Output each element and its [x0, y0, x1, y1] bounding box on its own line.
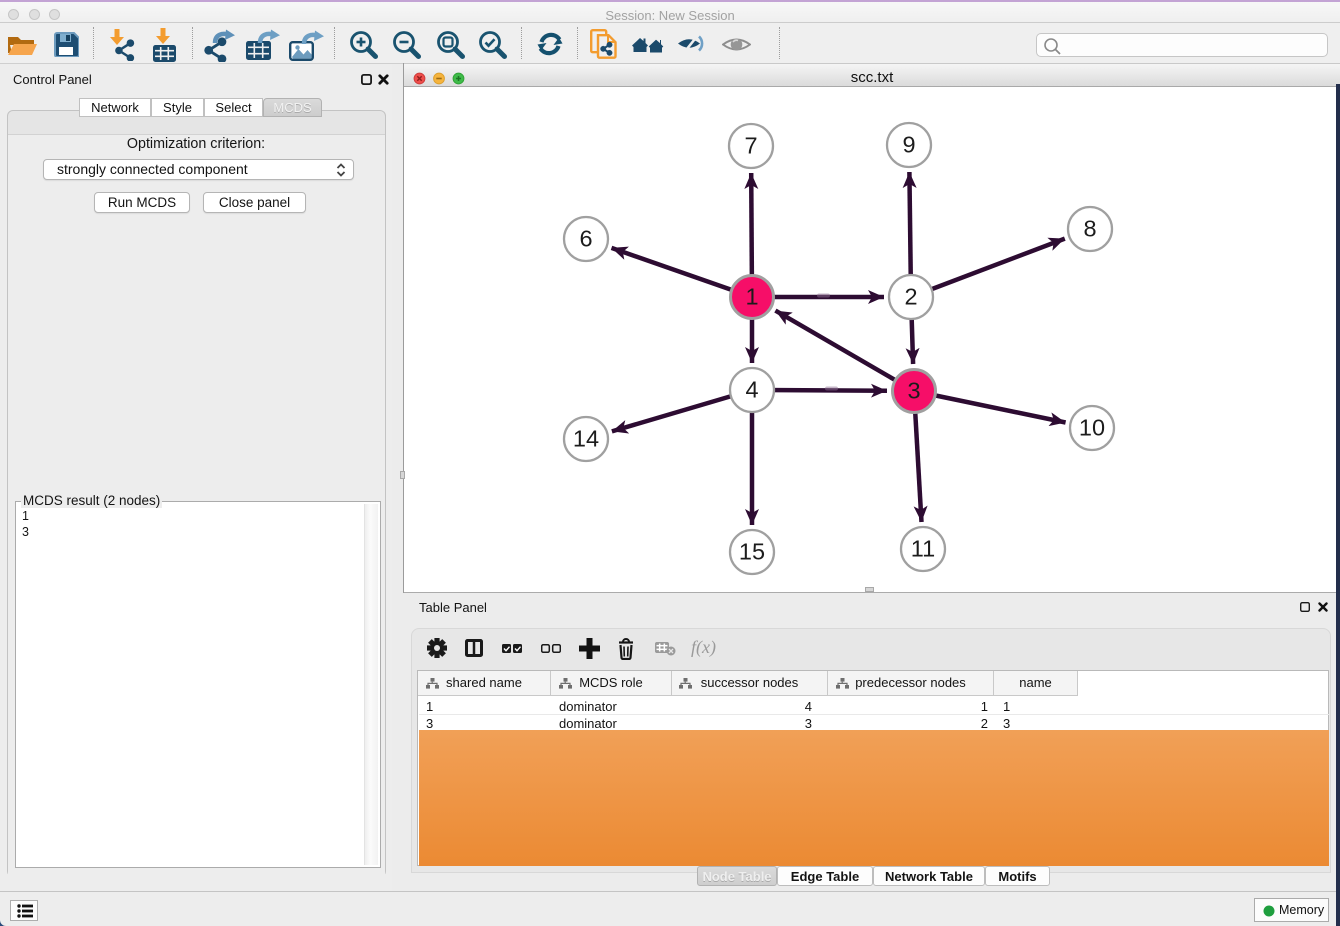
svg-text:9: 9: [902, 132, 915, 158]
svg-text:3: 3: [907, 378, 920, 404]
svg-text:14: 14: [573, 426, 599, 452]
svg-text:6: 6: [579, 226, 592, 252]
svg-text:8: 8: [1083, 216, 1096, 242]
svg-text:2: 2: [904, 284, 917, 310]
svg-text:15: 15: [739, 539, 765, 565]
svg-text:4: 4: [745, 377, 758, 403]
svg-text:10: 10: [1079, 415, 1105, 441]
svg-text:7: 7: [744, 133, 757, 159]
svg-text:1: 1: [745, 284, 758, 310]
svg-text:11: 11: [911, 536, 935, 562]
